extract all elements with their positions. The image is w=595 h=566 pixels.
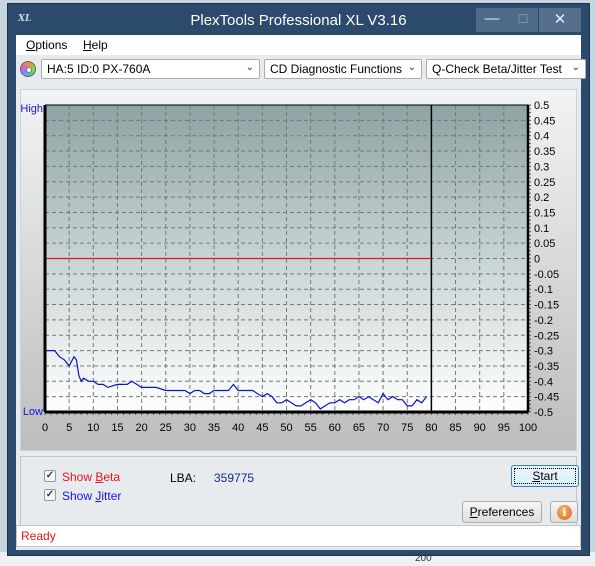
y-label-high: High — [21, 103, 43, 115]
status-bar: Ready — [16, 525, 581, 547]
x-tick-label: 5 — [66, 422, 72, 434]
x-tick-label: 100 — [519, 422, 537, 434]
minimize-button[interactable]: — — [476, 8, 508, 32]
x-tick-label: 30 — [184, 422, 196, 434]
x-tick-label: 55 — [305, 422, 317, 434]
test-select-value: Q-Check Beta/Jitter Test — [432, 62, 562, 76]
x-tick-label: 45 — [256, 422, 268, 434]
function-select[interactable]: CD Diagnostic Functions ⌄ — [264, 59, 422, 79]
menu-help-accel: H — [83, 38, 92, 52]
chevron-down-icon: ⌄ — [571, 62, 580, 73]
show-beta-label-post: eta — [103, 470, 121, 484]
show-jitter-label-pre: Show — [62, 489, 96, 503]
x-tick-label: 10 — [87, 422, 99, 434]
x-tick-label: 35 — [208, 422, 220, 434]
y-label-low: Low — [23, 406, 43, 418]
show-jitter-checkbox[interactable]: ✓ — [44, 489, 56, 501]
toolbar: HA:5 ID:0 PX-760A ⌄ CD Diagnostic Functi… — [16, 56, 586, 84]
y-tick-label: -0.4 — [534, 376, 553, 388]
focus-rect — [514, 468, 576, 484]
show-beta-checkbox[interactable]: ✓ — [44, 470, 56, 482]
preferences-accel: P — [469, 505, 478, 519]
y-tick-label: 0.1 — [534, 223, 549, 235]
status-text: Ready — [21, 529, 56, 543]
y-tick-label: 0 — [534, 254, 540, 266]
x-tick-label: 75 — [401, 422, 413, 434]
menu-help[interactable]: Help — [83, 38, 108, 52]
title-bar[interactable]: XL PlexTools Professional XL V3.16 — ☐ ✕ — [8, 4, 589, 36]
y-tick-label: 0.25 — [534, 177, 555, 189]
drive-select[interactable]: HA:5 ID:0 PX-760A ⌄ — [41, 59, 260, 79]
y-tick-label: 0.3 — [534, 161, 549, 173]
x-tick-label: 20 — [135, 422, 147, 434]
y-tick-label: 0.2 — [534, 192, 549, 204]
maximize-icon: ☐ — [517, 12, 529, 26]
y-tick-label: 0.35 — [534, 146, 555, 158]
menu-help-rest: elp — [91, 38, 108, 52]
close-button[interactable]: ✕ — [539, 8, 581, 32]
show-beta-label-pre: Show — [62, 470, 96, 484]
preferences-button[interactable]: Preferences — [462, 501, 542, 523]
menu-options-rest: ptions — [35, 38, 68, 52]
show-beta-label[interactable]: Show Beta — [62, 470, 120, 484]
client-area: Options Help HA:5 ID:0 PX-760A ⌄ CD Diag… — [16, 35, 586, 550]
menu-options-accel: O — [26, 38, 36, 52]
y-tick-label: 0.45 — [534, 115, 555, 127]
minimize-icon: — — [484, 10, 500, 27]
x-tick-label: 85 — [449, 422, 461, 434]
y-tick-label: -0.1 — [534, 284, 553, 296]
y-tick-label: -0.2 — [534, 315, 553, 327]
y-tick-label: 0.4 — [534, 131, 549, 143]
x-tick-label: 65 — [353, 422, 365, 434]
info-icon: i — [557, 505, 572, 520]
maximize-button[interactable]: ☐ — [508, 8, 538, 32]
start-button[interactable]: Start — [511, 465, 579, 487]
x-tick-label: 95 — [498, 422, 510, 434]
menu-bar: Options Help — [16, 35, 581, 55]
x-tick-label: 50 — [280, 422, 292, 434]
x-tick-label: 70 — [377, 422, 389, 434]
y-tick-label: -0.3 — [534, 346, 553, 358]
x-tick-label: 80 — [425, 422, 437, 434]
function-select-value: CD Diagnostic Functions — [270, 62, 403, 76]
y-tick-label: -0.45 — [534, 392, 559, 404]
menu-options[interactable]: Options — [26, 38, 67, 52]
chevron-down-icon: ⌄ — [407, 62, 416, 73]
info-button[interactable]: i — [550, 501, 578, 523]
y-tick-label: -0.5 — [534, 407, 553, 419]
drive-select-value: HA:5 ID:0 PX-760A — [47, 62, 151, 76]
app-window: XL PlexTools Professional XL V3.16 — ☐ ✕… — [7, 3, 590, 556]
preferences-label: references — [477, 505, 535, 519]
y-tick-label: -0.15 — [534, 300, 559, 312]
y-tick-label: 0.05 — [534, 238, 555, 250]
y-tick-label: -0.25 — [534, 330, 559, 342]
x-tick-label: 0 — [42, 422, 48, 434]
y-tick-label: 0.15 — [534, 207, 555, 219]
lba-label: LBA: — [170, 471, 197, 485]
cd-drive-icon — [20, 61, 36, 77]
y-tick-label: -0.05 — [534, 269, 559, 281]
x-tick-label: 25 — [160, 422, 172, 434]
x-tick-label: 90 — [474, 422, 486, 434]
y-tick-label: -0.35 — [534, 361, 559, 373]
x-tick-label: 15 — [111, 422, 123, 434]
chevron-down-icon: ⌄ — [245, 62, 254, 73]
y-tick-label: 0.5 — [534, 100, 549, 112]
show-jitter-label-post: itter — [101, 489, 122, 503]
x-tick-label: 60 — [329, 422, 341, 434]
lba-value: 359775 — [214, 471, 255, 485]
x-tick-label: 40 — [232, 422, 244, 434]
beta-jitter-chart: 0 5 10 15 20 25 30 35 40 45 50 55 60 65 70 75 80 85 90 95 10… — [21, 100, 559, 434]
close-icon: ✕ — [553, 11, 567, 28]
chart-panel: 0 5 10 15 20 25 30 35 40 45 50 55 60 65 70 75 80 85 90 95 10… — [20, 89, 577, 451]
test-select[interactable]: Q-Check Beta/Jitter Test ⌄ — [426, 59, 586, 79]
show-jitter-label[interactable]: Show Jitter — [62, 489, 121, 503]
